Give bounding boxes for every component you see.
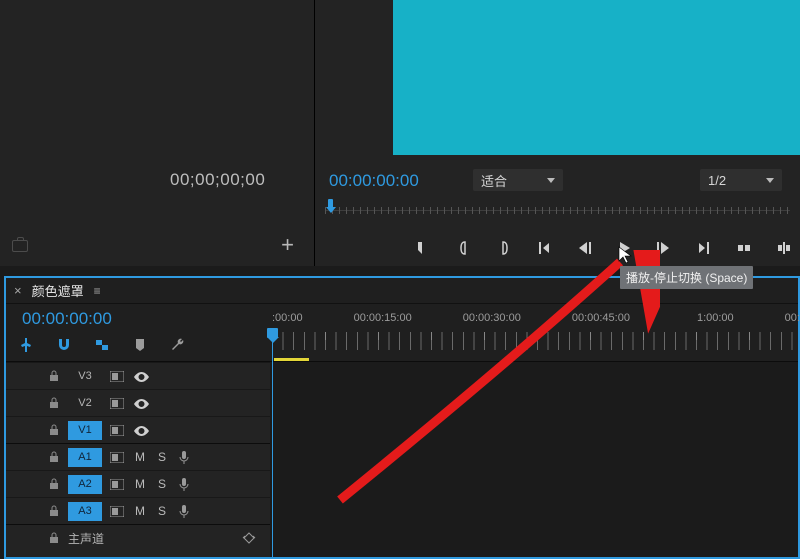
timeline-timecode[interactable]: 00:00:00:00 (22, 309, 112, 329)
toggle-output-icon[interactable] (110, 398, 124, 409)
track-a3[interactable]: A3 M S (6, 497, 270, 524)
mouse-cursor-icon (618, 246, 632, 269)
play-tooltip: 播放-停止切换 (Space) (620, 266, 753, 289)
close-timeline-button[interactable]: × (14, 283, 22, 298)
work-area-bar[interactable] (274, 358, 309, 361)
track-label[interactable]: V3 (68, 367, 102, 386)
lock-icon[interactable] (48, 397, 60, 409)
track-label[interactable]: V2 (68, 394, 102, 413)
lift-icon[interactable] (735, 239, 753, 257)
program-scrubber[interactable] (325, 199, 790, 217)
camera-icon[interactable] (12, 240, 28, 252)
ruler-labels: :00:00 00:00:15:00 00:00:30:00 00:00:45:… (270, 312, 798, 328)
program-monitor-panel: 00:00:00:00 适合 1/2 (315, 0, 800, 266)
solo-button[interactable]: S (156, 450, 168, 464)
lock-icon[interactable] (48, 424, 60, 436)
extract-icon[interactable] (775, 239, 793, 257)
step-forward-icon[interactable] (655, 239, 673, 257)
toggle-output-icon[interactable] (110, 506, 124, 517)
program-viewer[interactable] (393, 0, 800, 155)
track-v2[interactable]: V2 (6, 389, 270, 416)
track-a2[interactable]: A2 M S (6, 470, 270, 497)
program-timecode[interactable]: 00:00:00:00 (329, 171, 419, 191)
keyframe-nav-icon[interactable] (242, 531, 256, 545)
timeline-panel: × 颜色遮罩 ≡ 00:00:00:00 :00:00 00:00:15:00 … (4, 276, 800, 559)
bracket-in-icon[interactable] (455, 239, 473, 257)
toggle-output-icon[interactable] (110, 371, 124, 382)
toggle-output-icon[interactable] (110, 452, 124, 463)
resolution-select[interactable]: 1/2 (700, 169, 782, 191)
mute-button[interactable]: M (134, 504, 146, 518)
track-headers: V3 V2 V1 (6, 362, 270, 557)
eye-icon[interactable] (134, 425, 149, 435)
mute-button[interactable]: M (134, 450, 146, 464)
track-v3[interactable]: V3 (6, 362, 270, 389)
timeline-ruler[interactable]: :00:00 00:00:15:00 00:00:30:00 00:00:45:… (270, 304, 798, 362)
track-master[interactable]: 主声道 (6, 524, 270, 551)
track-label[interactable]: A1 (68, 448, 102, 467)
timeline-tracks-area[interactable] (270, 362, 798, 557)
mute-button[interactable]: M (134, 477, 146, 491)
timeline-playhead[interactable] (272, 328, 273, 557)
zoom-fit-select[interactable]: 适合 (473, 169, 563, 191)
lock-icon[interactable] (48, 451, 60, 463)
track-a1[interactable]: A1 M S (6, 443, 270, 470)
mark-in-icon[interactable] (415, 239, 433, 257)
panel-menu-icon[interactable]: ≡ (94, 284, 101, 298)
voice-record-icon[interactable] (178, 450, 190, 465)
bracket-out-icon[interactable] (495, 239, 513, 257)
track-label[interactable]: A2 (68, 475, 102, 494)
track-label[interactable]: V1 (68, 421, 102, 440)
lock-icon[interactable] (48, 370, 60, 382)
timeline-title: 颜色遮罩 (32, 281, 84, 300)
snap-icon[interactable] (18, 337, 34, 353)
source-timecode[interactable]: 00;00;00;00 (170, 170, 265, 190)
toggle-output-icon[interactable] (110, 425, 124, 436)
source-monitor-panel: 00;00;00;00 + (0, 0, 315, 266)
settings-wrench-icon[interactable] (170, 337, 186, 353)
lock-icon[interactable] (48, 532, 60, 544)
track-v1[interactable]: V1 (6, 416, 270, 443)
voice-record-icon[interactable] (178, 504, 190, 519)
track-label[interactable]: A3 (68, 502, 102, 521)
source-viewer[interactable] (0, 0, 314, 150)
goto-out-icon[interactable] (695, 239, 713, 257)
eye-icon[interactable] (134, 371, 149, 381)
add-icon[interactable]: + (281, 232, 294, 258)
eye-icon[interactable] (134, 398, 149, 408)
lock-icon[interactable] (48, 478, 60, 490)
transport-bar (315, 233, 800, 263)
lock-icon[interactable] (48, 505, 60, 517)
solo-button[interactable]: S (156, 504, 168, 518)
voice-record-icon[interactable] (178, 477, 190, 492)
marker-icon[interactable] (132, 337, 148, 353)
toggle-output-icon[interactable] (110, 479, 124, 490)
step-back-icon[interactable] (575, 239, 593, 257)
solo-button[interactable]: S (156, 477, 168, 491)
linked-selection-icon[interactable] (94, 337, 110, 353)
goto-in-icon[interactable] (535, 239, 553, 257)
magnet-icon[interactable] (56, 337, 72, 353)
program-playhead[interactable] (325, 199, 336, 216)
master-label: 主声道 (68, 530, 104, 547)
